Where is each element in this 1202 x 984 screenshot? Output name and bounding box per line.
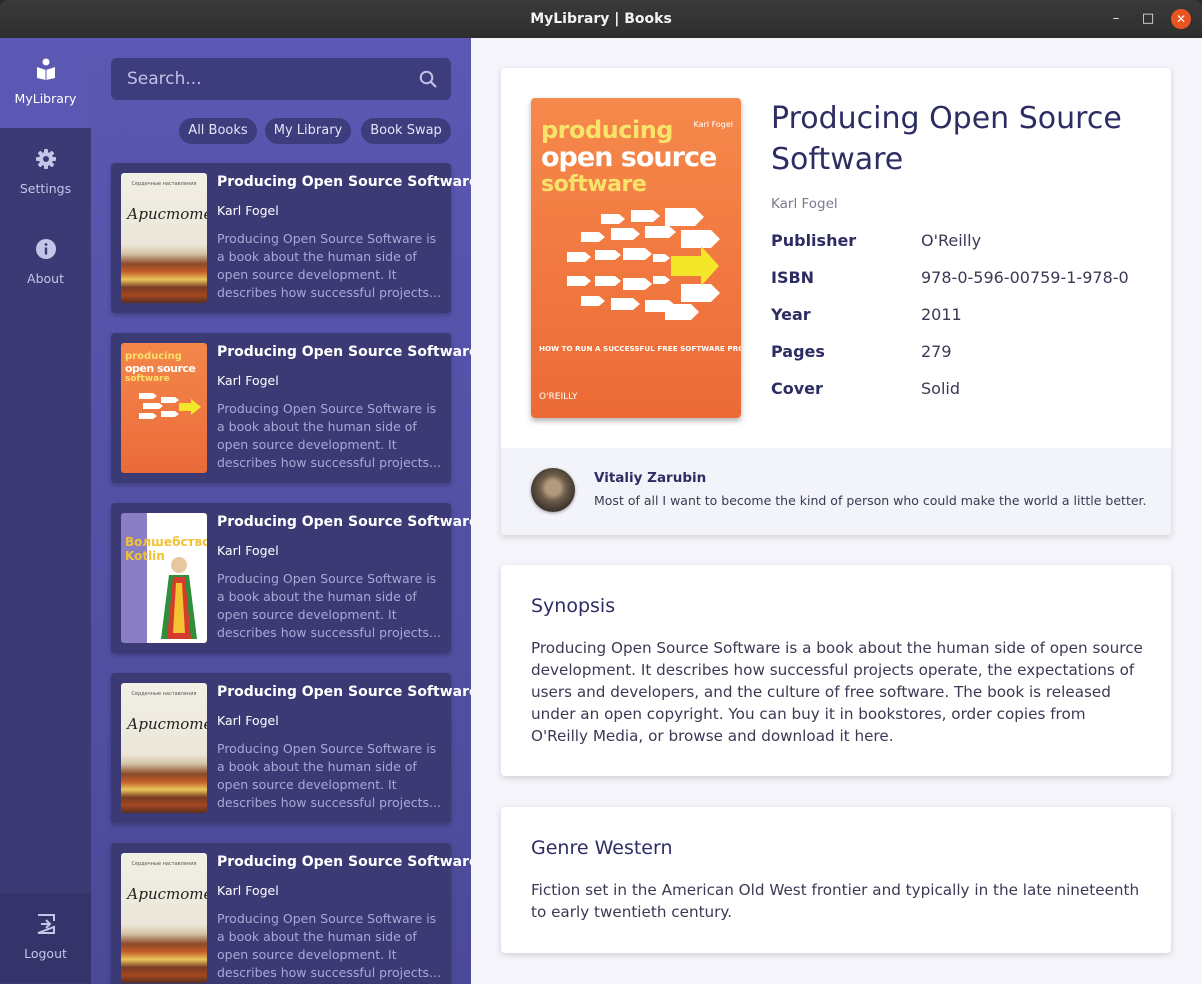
cover-publisher: O'REILLY xyxy=(539,392,578,402)
nav-item-settings[interactable]: Settings xyxy=(0,128,91,218)
wizard-figure xyxy=(161,557,197,639)
book-title: Producing Open Source Software xyxy=(217,684,471,700)
review-text: Most of all I want to become the kind of… xyxy=(594,493,1147,508)
cover-title: Аристотель xyxy=(127,885,207,903)
synopsis-heading: Synopsis xyxy=(531,595,616,617)
book-description: Producing Open Source Software is a book… xyxy=(217,741,441,810)
filter-my-library[interactable]: My Library xyxy=(265,118,351,144)
book-description: Producing Open Source Software is a book… xyxy=(217,231,441,300)
book-description: Producing Open Source Software is a book… xyxy=(217,401,441,470)
book-author: Karl Fogel xyxy=(217,543,279,558)
book-info-panel: producing Karl Fogel open source softwar… xyxy=(501,68,1171,535)
cover-subtitle: Сердечные наставления xyxy=(131,691,197,697)
meta-label-cover: Cover xyxy=(771,379,823,398)
info-icon xyxy=(36,239,56,259)
arrows-graphic xyxy=(567,208,720,320)
book-author: Karl Fogel xyxy=(217,373,279,388)
book-card[interactable]: Сердечные наставления Аристотель Produci… xyxy=(111,673,471,823)
meta-value-year: 2011 xyxy=(921,305,962,324)
book-card[interactable]: Волшебство Kotlin Producing Open Source … xyxy=(111,503,471,653)
review-section: Vitaliy Zarubin Most of all I want to be… xyxy=(501,448,1171,535)
cover-author: Karl Fogel xyxy=(693,120,734,129)
book-detail-area: producing Karl Fogel open source softwar… xyxy=(471,38,1202,984)
book-description: Producing Open Source Software is a book… xyxy=(217,911,441,980)
book-cover: Сердечные наставления Аристотель xyxy=(121,683,207,813)
genre-panel: Genre Western Fiction set in the America… xyxy=(501,807,1171,953)
nav-label-logout: Logout xyxy=(24,946,67,961)
meta-value-publisher: O'Reilly xyxy=(921,231,982,250)
book-title: Producing Open Source Software xyxy=(217,174,471,190)
window-title: MyLibrary | Books xyxy=(530,11,672,27)
synopsis-text: Producing Open Source Software is a book… xyxy=(531,639,1143,745)
reviewer-name: Vitaliy Zarubin xyxy=(594,470,707,486)
meta-label-pages: Pages xyxy=(771,342,825,361)
meta-value-pages: 279 xyxy=(921,342,952,361)
synopsis-panel: Synopsis Producing Open Source Software … xyxy=(501,565,1171,776)
book-title: Producing Open Source Software xyxy=(217,344,471,360)
detail-book-cover: producing Karl Fogel open source softwar… xyxy=(531,98,741,418)
meta-label-isbn: ISBN xyxy=(771,268,815,287)
nav-label-mylibrary: MyLibrary xyxy=(14,91,77,106)
minimize-button[interactable]: – xyxy=(1106,9,1126,29)
meta-label-year: Year xyxy=(771,305,811,324)
book-author: Karl Fogel xyxy=(217,883,279,898)
book-card[interactable]: Сердечные наставления Аристотель Produci… xyxy=(111,843,471,984)
search-input[interactable] xyxy=(111,58,411,100)
nav-item-about[interactable]: About xyxy=(0,218,91,308)
book-cover: producing open source software xyxy=(121,343,207,473)
nav-item-logout[interactable]: Logout xyxy=(0,893,91,983)
nav-item-mylibrary[interactable]: MyLibrary xyxy=(0,38,91,128)
arrows-graphic xyxy=(139,393,201,419)
genre-heading: Genre Western xyxy=(531,837,673,859)
logout-icon xyxy=(37,914,55,934)
book-cover: Волшебство Kotlin xyxy=(121,513,207,643)
meta-value-isbn: 978-0-596-00759-1-978-0 xyxy=(921,268,1129,287)
book-title: Producing Open Source Software xyxy=(217,854,471,870)
detail-title: Producing Open Source Software xyxy=(771,101,1122,177)
book-description: Producing Open Source Software is a book… xyxy=(217,571,441,640)
close-button[interactable]: ✕ xyxy=(1171,9,1191,29)
book-reader-icon xyxy=(37,58,55,80)
nav-rail: MyLibrary Settings About Logout xyxy=(0,38,91,984)
cover-line1: producing xyxy=(125,351,182,362)
meta-label-publisher: Publisher xyxy=(771,231,857,250)
nav-label-about: About xyxy=(27,271,64,286)
book-cover: Сердечные наставления Аристотель xyxy=(121,173,207,303)
gear-icon xyxy=(36,149,56,169)
filter-book-swap[interactable]: Book Swap xyxy=(361,118,451,144)
book-card[interactable]: Сердечные наставления Аристотель Produci… xyxy=(111,163,471,313)
cover-tagline: HOW TO RUN A SUCCESSFUL FREE SOFTWARE PR… xyxy=(539,344,741,353)
book-card[interactable]: producing open source software Producing… xyxy=(111,333,471,483)
detail-author: Karl Fogel xyxy=(771,196,838,212)
cover-line3: software xyxy=(125,374,170,384)
nav-label-settings: Settings xyxy=(19,181,72,196)
cover-title: Аристотель xyxy=(127,205,207,223)
book-list-panel: All Books My Library Book Swap Сердечные… xyxy=(91,38,471,984)
cover-subtitle: Сердечные наставления xyxy=(131,181,197,187)
cover-line2: open source xyxy=(541,142,717,173)
genre-text: Fiction set in the American Old West fro… xyxy=(531,881,1140,921)
cover-line3: software xyxy=(541,172,647,197)
window-titlebar: MyLibrary | Books – □ ✕ xyxy=(0,0,1202,38)
book-cover: Сердечные наставления Аристотель xyxy=(121,853,207,983)
search-box xyxy=(111,58,451,100)
filter-all-books[interactable]: All Books xyxy=(179,118,257,144)
meta-value-cover: Solid xyxy=(921,379,960,398)
book-title: Producing Open Source Software xyxy=(217,514,471,530)
cover-subtitle: Сердечные наставления xyxy=(131,861,197,867)
cover-title: Аристотель xyxy=(127,715,207,733)
cover-line1: producing xyxy=(541,116,674,144)
maximize-button[interactable]: □ xyxy=(1138,9,1158,29)
search-icon[interactable] xyxy=(419,70,437,88)
avatar[interactable] xyxy=(531,468,575,512)
book-author: Karl Fogel xyxy=(217,203,279,218)
book-author: Karl Fogel xyxy=(217,713,279,728)
